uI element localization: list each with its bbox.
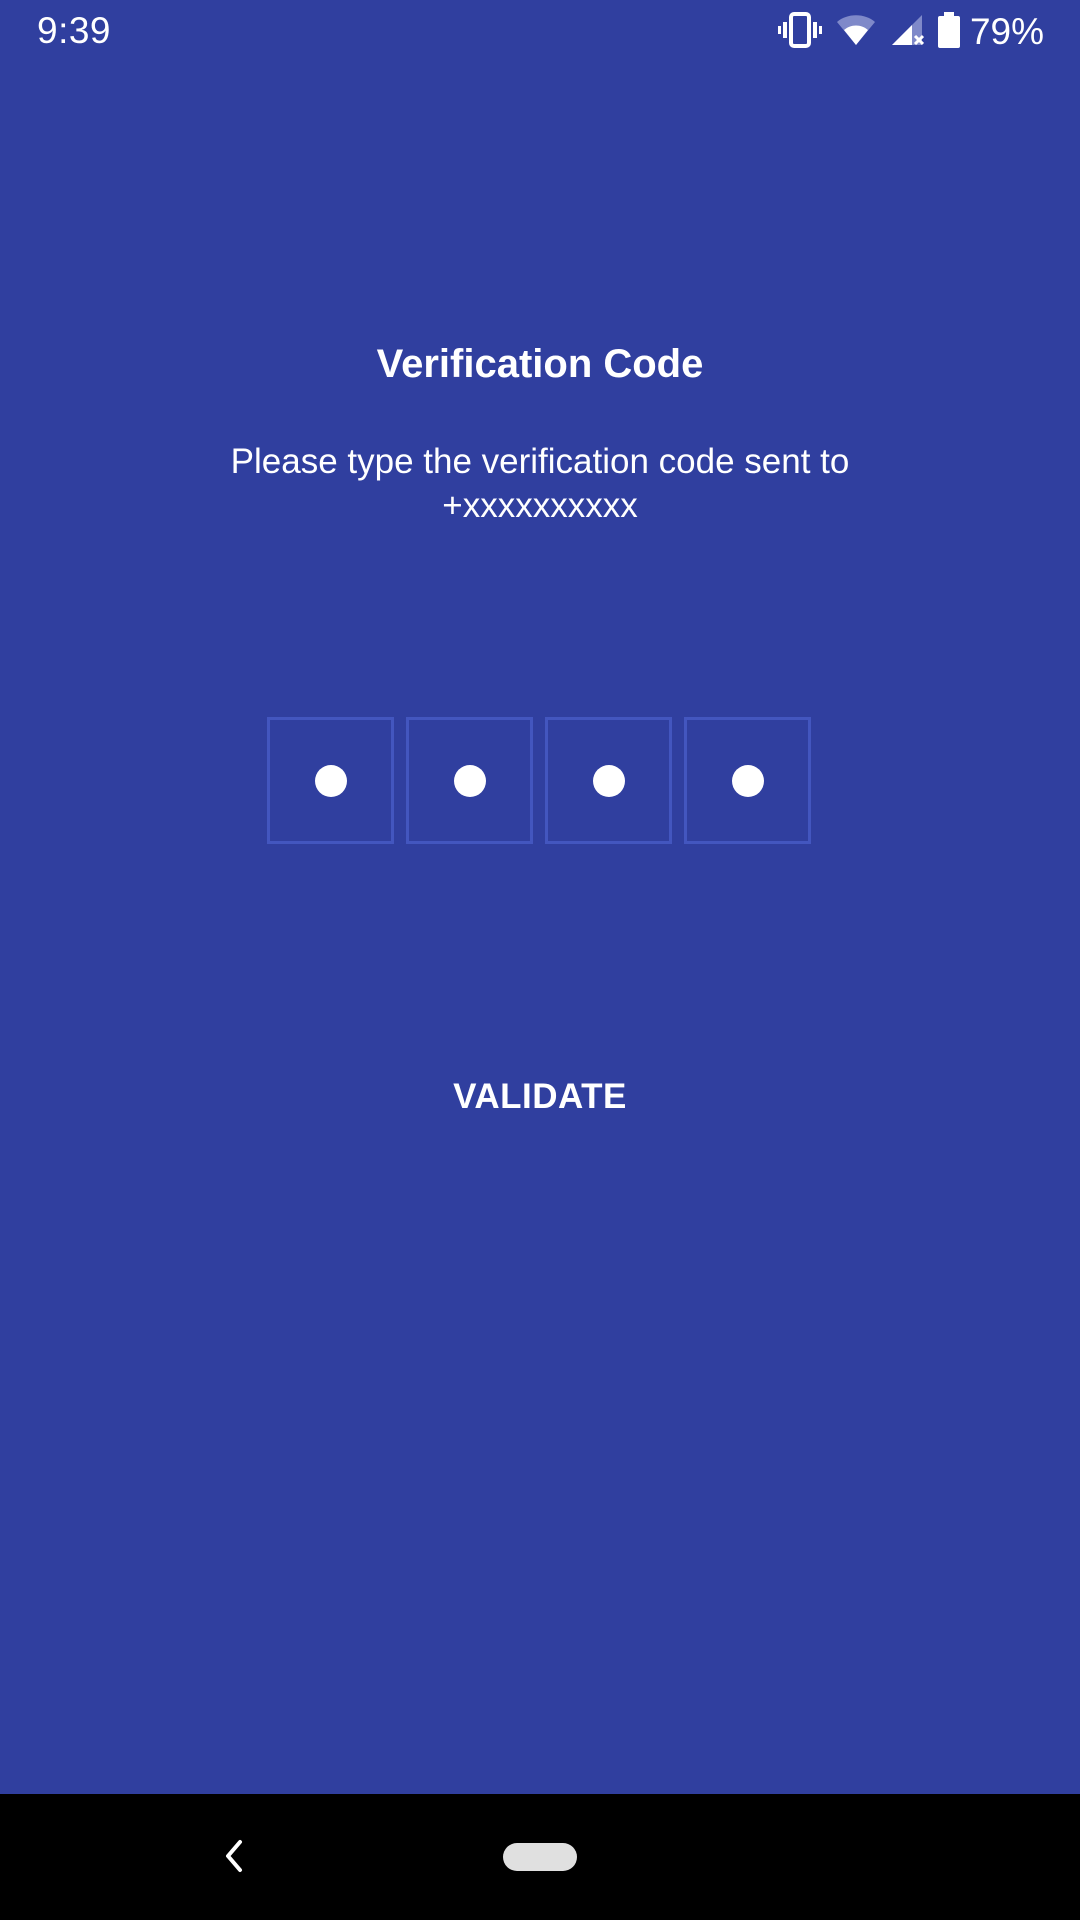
masked-digit-dot xyxy=(315,765,347,797)
code-digit-box[interactable] xyxy=(545,717,672,844)
masked-digit-dot xyxy=(593,765,625,797)
page-title: Verification Code xyxy=(376,342,704,386)
code-digit-box[interactable] xyxy=(267,717,394,844)
status-icons: 79% xyxy=(764,8,1044,56)
back-icon[interactable] xyxy=(213,1832,253,1880)
status-time: 9:39 xyxy=(37,10,112,51)
validate-button[interactable]: VALIDATE xyxy=(390,1060,690,1134)
wifi-icon xyxy=(836,13,876,52)
signal-icon xyxy=(890,13,924,52)
battery-percent: 79% xyxy=(969,11,1044,52)
code-digit-box[interactable] xyxy=(406,717,533,844)
verification-message-line: Please type the verification code sent t… xyxy=(230,442,850,481)
home-pill-icon[interactable] xyxy=(503,1843,577,1871)
verification-message: Please type the verification code sent t… xyxy=(140,440,940,528)
masked-digit-dot xyxy=(732,765,764,797)
status-bar: 9:39 79% xyxy=(0,0,1080,66)
battery-icon xyxy=(937,11,960,53)
masked-digit-dot xyxy=(454,765,486,797)
navigation-bar xyxy=(0,1794,1080,1920)
code-digit-box[interactable] xyxy=(684,717,811,844)
code-input-row[interactable] xyxy=(267,717,813,844)
phone-number: +xxxxxxxxxx xyxy=(442,486,638,525)
vibrate-icon xyxy=(777,11,822,53)
